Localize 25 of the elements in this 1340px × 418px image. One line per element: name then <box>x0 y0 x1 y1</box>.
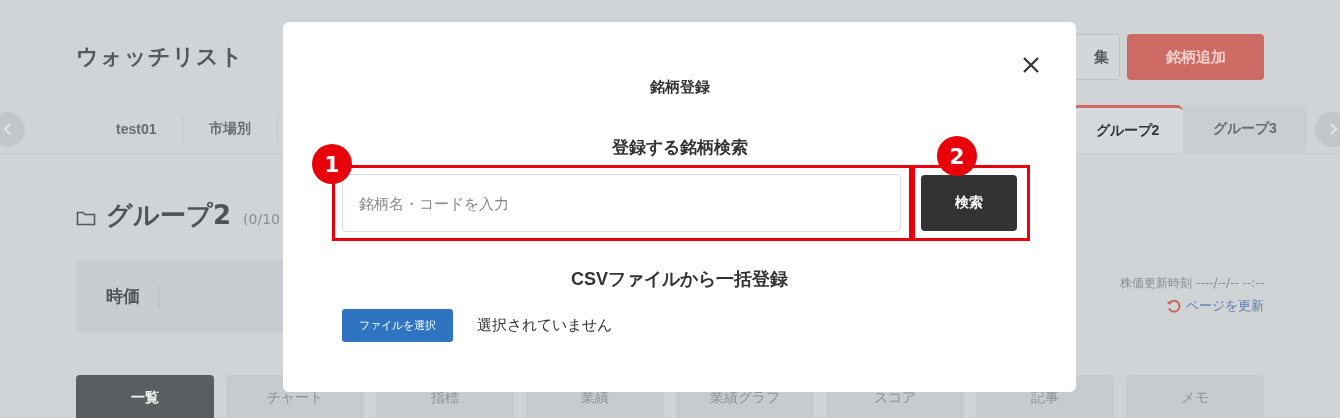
page-title: ウォッチリスト <box>76 43 244 71</box>
file-status: 選択されていません <box>477 316 612 335</box>
price-label: 時価 <box>76 285 159 308</box>
group-tab[interactable]: グループ3 <box>1183 105 1307 153</box>
refresh-icon <box>1166 297 1182 314</box>
number-badge: 2 <box>937 136 977 176</box>
section-heading: CSVファイルから一括登録 <box>571 268 788 291</box>
choose-file-button[interactable]: ファイルを選択 <box>342 309 453 342</box>
search-field[interactable]: 銘柄名・コードを入力 <box>342 174 901 232</box>
section-heading: 登録する銘柄検索 <box>611 137 748 159</box>
refresh-link[interactable]: ページを更新 <box>1166 296 1264 315</box>
group-tab[interactable]: 市場別 <box>183 115 279 143</box>
dialog-title: 銘柄登録 <box>649 78 710 97</box>
folder-icon <box>76 210 96 226</box>
stock-count: (0/10 <box>243 211 280 227</box>
group-title: グループ2 <box>106 199 232 232</box>
group-tab[interactable]: test01 <box>90 115 184 143</box>
close-icon[interactable] <box>1022 56 1040 74</box>
view-tab[interactable]: 一覧 <box>76 375 214 418</box>
scroll-left-icon[interactable] <box>0 111 25 147</box>
search-button[interactable]: 検索 <box>921 175 1017 231</box>
number-badge: 1 <box>312 144 352 184</box>
update-time: 株価更新時刻 ----/--/-- --:-- <box>1120 274 1264 292</box>
scroll-right-icon[interactable] <box>1315 111 1340 147</box>
add-stock-button[interactable]: 銘柄追加 <box>1127 34 1264 80</box>
